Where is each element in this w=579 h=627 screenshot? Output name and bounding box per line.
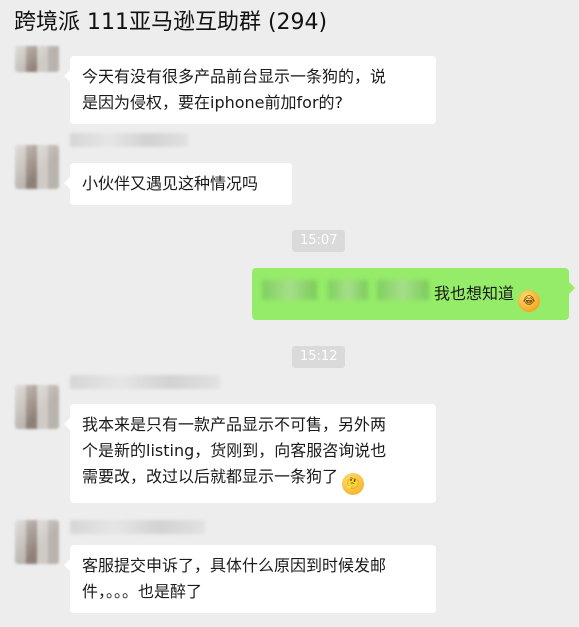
- chat-header: 跨境派 111亚马逊互助群 (294): [0, 0, 579, 48]
- timestamp: 15:07: [292, 230, 346, 252]
- message-text-line: 今天有没有很多产品前台显示一条狗的，说: [82, 67, 387, 86]
- avatar[interactable]: [15, 385, 59, 429]
- blurred-content: [328, 280, 368, 300]
- avatar[interactable]: [15, 46, 59, 72]
- chat-title[interactable]: 跨境派 111亚马逊互助群 (294): [14, 8, 327, 38]
- blurred-content: [262, 280, 317, 300]
- sender-name-blurred: [70, 520, 205, 534]
- message-bubble[interactable]: 客服提交申诉了，具体什么原因到时候发邮 件，。。。也是醉了: [64, 545, 436, 613]
- message-text-line: 个是新的listing，货刚到，向客服咨询说也: [82, 441, 387, 460]
- face-with-tears-of-joy-icon: 😂: [518, 290, 541, 312]
- avatar[interactable]: [15, 520, 59, 564]
- sender-name-blurred: [70, 133, 188, 147]
- message-bubble-self[interactable]: 我也想知道 😂: [252, 268, 575, 320]
- message-bubble[interactable]: 今天有没有很多产品前台显示一条狗的，说 是因为侵权，要在iphone前加for的…: [64, 56, 436, 124]
- message-text-line: 需要改，改过以后就都显示一条狗了: [82, 467, 339, 486]
- message-text: 我也想知道: [434, 284, 515, 303]
- message-bubble[interactable]: 小伙伴又遇见这种情况吗: [64, 163, 292, 205]
- timestamp: 15:12: [292, 346, 346, 368]
- thinking-face-icon: 🤔: [342, 473, 365, 495]
- message-text-row: 需要改，改过以后就都显示一条狗了 🤔: [82, 464, 424, 495]
- message-text-line: 小伙伴又遇见这种情况吗: [82, 174, 259, 193]
- message-text-line: 客服提交申诉了，具体什么原因到时候发邮: [82, 556, 387, 575]
- message-text-row: 我也想知道 😂: [434, 281, 541, 312]
- message-text-line: 我本来是只有一款产品显示不可售，另外两: [82, 415, 387, 434]
- sender-name-blurred: [70, 375, 220, 389]
- message-bubble[interactable]: 我本来是只有一款产品显示不可售，另外两 个是新的listing，货刚到，向客服咨…: [64, 404, 436, 503]
- message-text-line: 是因为侵权，要在iphone前加for的?: [82, 93, 344, 112]
- blurred-content: [377, 280, 429, 300]
- message-text-line: 件，。。。也是醉了: [82, 582, 203, 601]
- avatar[interactable]: [15, 145, 59, 189]
